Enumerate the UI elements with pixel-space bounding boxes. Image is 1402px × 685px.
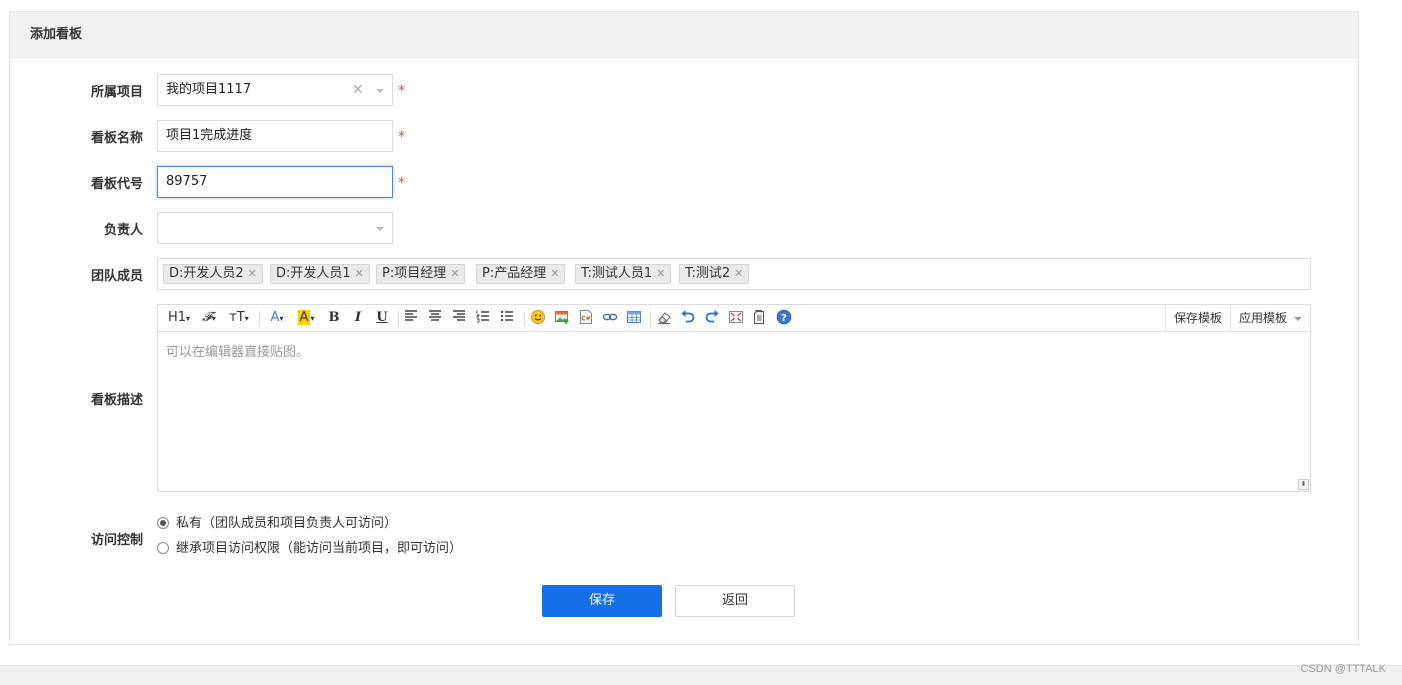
board-code-input[interactable]: 89757	[157, 166, 393, 198]
board-name-label: 看板名称	[90, 131, 143, 146]
help-icon[interactable]: ?	[776, 309, 794, 327]
remove-tag-icon[interactable]: ✕	[355, 267, 364, 280]
svg-text:C#: C#	[581, 316, 590, 323]
font-color-button[interactable]: A▾	[266, 309, 288, 327]
underline-button[interactable]: U	[374, 309, 390, 327]
bullet-list-icon[interactable]	[500, 309, 518, 327]
member-tag: T:测试2 ✕	[679, 264, 750, 284]
team-members-select[interactable]: D:开发人员2 ✕ D:开发人员1 ✕ P:项目经理 ✕ P:产品经理 ✕ T:测试人员…	[157, 258, 1311, 290]
align-center-icon[interactable]	[428, 309, 446, 327]
ordered-list-icon[interactable]	[476, 309, 494, 327]
team-members-label: 团队成员	[90, 269, 143, 284]
code-icon[interactable]: C#	[578, 309, 596, 327]
board-name-input[interactable]: 项目1完成进度	[157, 120, 393, 152]
board-code-value: 89757	[166, 174, 208, 189]
access-control-label: 访问控制	[90, 533, 143, 548]
clear-icon[interactable]: ✕	[352, 83, 364, 97]
project-select-value: 我的项目1117	[166, 82, 252, 97]
radio-unchecked-icon[interactable]	[157, 541, 169, 554]
remove-tag-icon[interactable]: ✕	[734, 267, 743, 280]
description-editor[interactable]: H1▾ 𝓕▾ тT▾ A▾ A ▾ B I U C# ? 保存模板 应用模板 可…	[157, 304, 1311, 492]
chevron-down-icon	[376, 227, 384, 231]
table-icon[interactable]	[626, 309, 644, 327]
watermark: CSDN @TTTALK	[1300, 663, 1386, 675]
toolbar-divider	[259, 311, 260, 326]
redo-icon[interactable]	[704, 309, 722, 327]
remove-tag-icon[interactable]: ✕	[248, 267, 257, 280]
apply-template-button[interactable]: 应用模板	[1230, 305, 1310, 332]
source-code-icon[interactable]	[752, 309, 770, 327]
save-button[interactable]: 保存	[542, 585, 662, 617]
resize-handle-icon[interactable]: ⬍	[1298, 479, 1309, 490]
image-icon[interactable]	[554, 309, 572, 327]
fullscreen-icon[interactable]	[728, 309, 746, 327]
member-tag: T:测试人员1 ✕	[575, 264, 672, 284]
remove-tag-icon[interactable]: ✕	[656, 267, 665, 280]
emoji-icon[interactable]	[530, 309, 548, 327]
chevron-down-icon	[376, 89, 384, 93]
member-tag: P:产品经理 ✕	[476, 264, 566, 284]
project-select[interactable]: 我的项目1117 ✕	[157, 74, 393, 106]
required-mark: *	[398, 175, 405, 191]
board-code-label: 看板代号	[90, 177, 143, 192]
highlight-color-button[interactable]: A ▾	[294, 309, 318, 327]
italic-button[interactable]: I	[350, 309, 366, 327]
svg-text:?: ?	[781, 313, 787, 324]
owner-label: 负责人	[103, 223, 143, 238]
member-tag: D:开发人员2 ✕	[163, 264, 263, 284]
toolbar-divider	[524, 311, 525, 326]
font-size-button[interactable]: тT▾	[226, 309, 252, 327]
member-tag: D:开发人员1 ✕	[270, 264, 370, 284]
align-left-icon[interactable]	[404, 309, 422, 327]
board-name-value: 项目1完成进度	[166, 128, 253, 143]
footer-bar	[0, 665, 1402, 685]
toolbar-divider	[398, 311, 399, 326]
remove-tag-icon[interactable]: ✕	[550, 267, 559, 280]
description-label: 看板描述	[90, 393, 143, 408]
owner-select[interactable]	[157, 212, 393, 244]
editor-toolbar: H1▾ 𝓕▾ тT▾ A▾ A ▾ B I U C# ? 保存模板 应用模板	[158, 305, 1310, 332]
required-mark: *	[398, 129, 405, 145]
eraser-icon[interactable]	[656, 309, 674, 327]
required-mark: *	[398, 83, 405, 99]
panel-title: 添加看板	[10, 12, 1358, 58]
align-right-icon[interactable]	[452, 309, 470, 327]
undo-icon[interactable]	[680, 309, 698, 327]
editor-placeholder: 可以在编辑器直接贴图。	[166, 345, 310, 360]
save-template-button[interactable]: 保存模板	[1165, 305, 1230, 332]
heading-button[interactable]: H1▾	[166, 309, 192, 327]
link-icon[interactable]	[602, 309, 620, 327]
access-option-private[interactable]: 私有（团队成员和项目负责人可访问）	[157, 516, 397, 532]
access-option-inherit[interactable]: 继承项目访问权限（能访问当前项目，即可访问）	[157, 541, 462, 557]
chevron-down-icon	[1294, 317, 1302, 321]
member-tag: P:项目经理 ✕	[376, 264, 466, 284]
toolbar-divider	[650, 311, 651, 326]
radio-checked-icon[interactable]	[157, 516, 169, 529]
back-button[interactable]: 返回	[675, 585, 795, 617]
project-label: 所属项目	[90, 85, 143, 100]
bold-button[interactable]: B	[326, 309, 342, 327]
remove-tag-icon[interactable]: ✕	[450, 267, 459, 280]
font-family-button[interactable]: 𝓕▾	[198, 309, 220, 327]
